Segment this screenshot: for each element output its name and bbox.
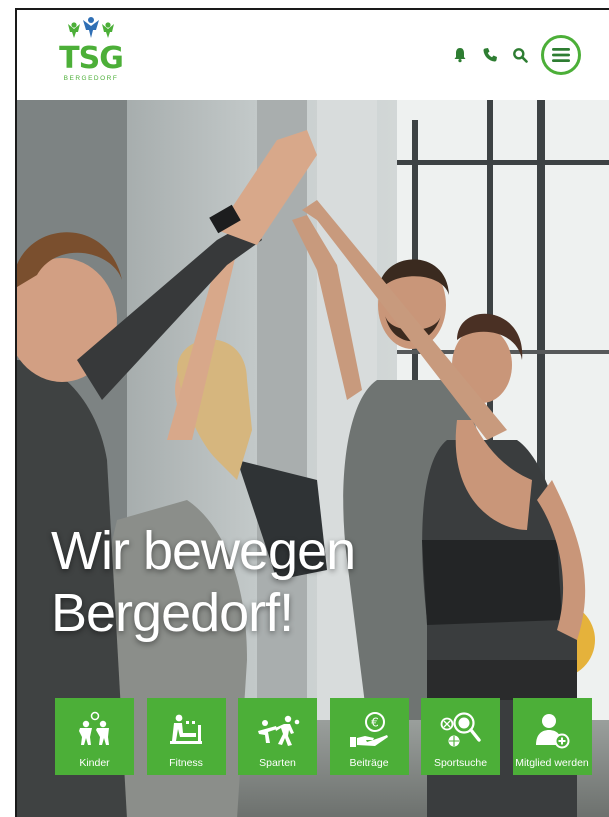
tile-label: Sparten xyxy=(259,757,296,769)
children-icon xyxy=(78,711,109,745)
tile-fitness[interactable]: Fitness xyxy=(146,698,226,775)
hero-headline: Wir bewegen Bergedorf! xyxy=(51,520,356,644)
bell-icon[interactable] xyxy=(449,44,471,66)
svg-text:€: € xyxy=(371,716,379,730)
logo-figures-icon xyxy=(68,17,114,38)
header-actions xyxy=(441,35,581,75)
site-header: TSG BERGEDORF xyxy=(17,10,609,100)
tile-beitraege[interactable]: € Beiträge xyxy=(329,698,409,775)
hero-banner: Wir bewegen Bergedorf! Kinder Fitness Sp… xyxy=(17,100,609,817)
euro-hand-icon: € xyxy=(350,712,388,747)
tile-label: Fitness xyxy=(169,757,203,769)
tile-label: Mitglied werden xyxy=(515,757,589,769)
ball-search-icon xyxy=(440,712,481,747)
logo-subtitle: BERGEDORF xyxy=(63,75,119,82)
tile-label: Kinder xyxy=(79,757,110,769)
quick-links: Kinder Fitness Sparten € Beiträge Sports… xyxy=(55,698,604,775)
tsg-logo[interactable]: TSG BERGEDORF xyxy=(51,16,131,94)
tile-kinder[interactable]: Kinder xyxy=(55,698,134,775)
phone-icon[interactable] xyxy=(479,44,501,66)
tile-mitglied-werden[interactable]: Mitglied werden xyxy=(512,698,592,775)
logo-wordmark: TSG xyxy=(59,41,124,76)
search-icon[interactable] xyxy=(509,44,531,66)
hero-headline-line-2: Bergedorf! xyxy=(51,583,294,643)
add-member-icon xyxy=(536,714,570,749)
fitness-icon xyxy=(170,714,202,744)
tile-sportsuche[interactable]: Sportsuche xyxy=(421,698,500,775)
menu-button[interactable] xyxy=(541,35,581,75)
hero-headline-line-1: Wir bewegen xyxy=(51,521,356,581)
menu-icon xyxy=(552,48,570,62)
tile-label: Beiträge xyxy=(349,757,389,769)
tile-sparten[interactable]: Sparten xyxy=(238,698,317,775)
sports-icon xyxy=(257,715,299,746)
tile-label: Sportsuche xyxy=(433,757,488,769)
page-frame: TSG BERGEDORF Wir bewegen Bergedorf! Kin… xyxy=(15,8,609,817)
